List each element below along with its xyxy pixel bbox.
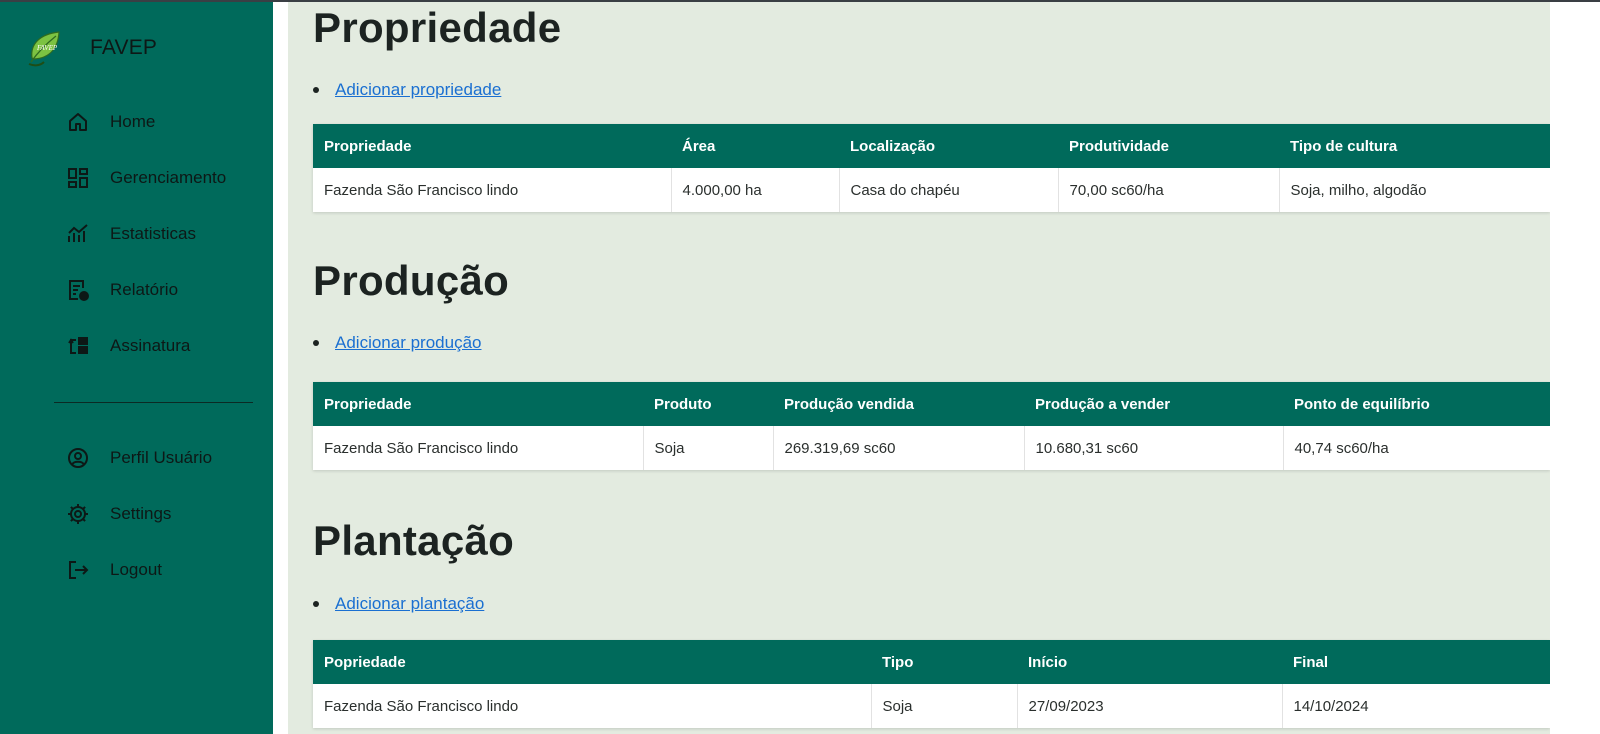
column-header[interactable]: Propriedade (313, 124, 671, 168)
sidebar-item-label: Perfil Usuário (110, 448, 213, 467)
producao-table: Propriedade Produto Produção vendida Pro… (313, 382, 1550, 470)
table-cell: 70,00 sc60/ha (1058, 168, 1280, 212)
chart-icon (66, 222, 90, 246)
user-icon (66, 446, 90, 470)
sidebar-item-logout[interactable]: Logout (66, 558, 162, 582)
column-header[interactable]: Localização (839, 124, 1058, 168)
brand[interactable]: FAVEP FAVEP (26, 28, 157, 68)
scrollbar-track[interactable] (1550, 0, 1600, 734)
section-title-plantacao: Plantação (313, 517, 515, 564)
sidebar-item-label: Relatório (110, 280, 179, 299)
table-cell: Casa do chapéu (839, 168, 1059, 212)
svg-text:FAVEP: FAVEP (36, 44, 58, 52)
sidebar-item-estatisticas[interactable]: Estatisticas (66, 222, 196, 246)
add-producao-link[interactable]: Adicionar produção (335, 333, 481, 353)
sidebar-item-relatorio[interactable]: Relatório (66, 278, 178, 302)
sidebar-item-label: Assinatura (110, 336, 191, 355)
gear-icon (66, 502, 90, 526)
sidebar-item-label: Settings (110, 504, 172, 523)
sidebar-item-gerenciamento[interactable]: Gerenciamento (66, 166, 226, 190)
column-header[interactable]: Área (671, 124, 839, 168)
column-header[interactable]: Final (1282, 640, 1550, 684)
column-header[interactable]: Produção a vender (1024, 382, 1283, 426)
table-row[interactable]: Fazenda São Francisco lindo Soja 269.319… (313, 426, 1550, 470)
propriedade-table: Propriedade Área Localização Produtivida… (313, 124, 1550, 212)
sidebar-item-perfil[interactable]: Perfil Usuário (66, 446, 212, 470)
sidebar-item-label: Logout (110, 560, 162, 579)
app-name: FAVEP (90, 36, 158, 59)
report-icon (66, 278, 90, 302)
content-panel[interactable]: Propriedade Adicionar propriedade Propri… (288, 2, 1550, 734)
add-plantacao-link[interactable]: Adicionar plantação (335, 594, 484, 614)
logout-icon (66, 558, 90, 582)
table-cell: Fazenda São Francisco lindo (313, 168, 672, 212)
sidebar-item-settings[interactable]: Settings (66, 502, 171, 526)
sidebar-item-label: Gerenciamento (110, 168, 227, 187)
sidebar-divider (54, 402, 253, 403)
table-cell: Soja, milho, algodão (1279, 168, 1550, 212)
table-cell: Soja (871, 684, 1018, 728)
table-cell: 269.319,69 sc60 (773, 426, 1025, 470)
bullet-dot (313, 87, 319, 93)
dashboard-icon (66, 166, 90, 190)
table-header-row: Propriedade Área Localização Produtivida… (313, 124, 1550, 168)
add-plantacao-item: Adicionar plantação (313, 594, 484, 614)
table-cell: Soja (643, 426, 774, 470)
table-row[interactable]: Fazenda São Francisco lindo 4.000,00 ha … (313, 168, 1550, 212)
add-propriedade-item: Adicionar propriedade (313, 80, 501, 100)
add-propriedade-link[interactable]: Adicionar propriedade (335, 80, 501, 100)
table-cell: 40,74 sc60/ha (1283, 426, 1550, 470)
bullet-dot (313, 601, 319, 607)
column-header[interactable]: Ponto de equilíbrio (1283, 382, 1550, 426)
table-row[interactable]: Fazenda São Francisco lindo Soja 27/09/2… (313, 684, 1550, 728)
subscription-icon (66, 334, 90, 358)
sidebar-item-home[interactable]: Home (66, 110, 155, 134)
column-header[interactable]: Popriedade (313, 640, 871, 684)
table-cell: Fazenda São Francisco lindo (313, 426, 644, 470)
window-top-border (0, 0, 1600, 2)
table-cell: 4.000,00 ha (671, 168, 840, 212)
column-header[interactable]: Produção vendida (773, 382, 1024, 426)
bullet-dot (313, 340, 319, 346)
main-area: Propriedade Adicionar propriedade Propri… (273, 0, 1600, 734)
table-header-row: Popriedade Tipo Início Final (313, 640, 1550, 684)
column-header[interactable]: Produto (643, 382, 773, 426)
column-header[interactable]: Produtividade (1058, 124, 1279, 168)
table-cell: 27/09/2023 (1017, 684, 1283, 728)
column-header[interactable]: Propriedade (313, 382, 643, 426)
table-cell: 14/10/2024 (1282, 684, 1550, 728)
sidebar: FAVEP FAVEP Home Gerenciamento Estatisti… (0, 0, 273, 734)
leaf-logo-icon: FAVEP (28, 31, 60, 67)
add-producao-item: Adicionar produção (313, 333, 481, 353)
home-icon (66, 110, 90, 134)
table-cell: Fazenda São Francisco lindo (313, 684, 872, 728)
section-title-producao: Produção (313, 257, 510, 304)
table-cell: 10.680,31 sc60 (1024, 426, 1284, 470)
plantacao-table: Popriedade Tipo Início Final Fazenda São… (313, 640, 1550, 728)
table-header-row: Propriedade Produto Produção vendida Pro… (313, 382, 1550, 426)
column-header[interactable]: Início (1017, 640, 1282, 684)
column-header[interactable]: Tipo de cultura (1279, 124, 1550, 168)
sidebar-item-label: Estatisticas (110, 224, 196, 243)
column-header[interactable]: Tipo (871, 640, 1017, 684)
section-title-propriedade: Propriedade (313, 4, 562, 51)
sidebar-item-label: Home (110, 112, 156, 131)
sidebar-item-assinatura[interactable]: Assinatura (66, 334, 190, 358)
